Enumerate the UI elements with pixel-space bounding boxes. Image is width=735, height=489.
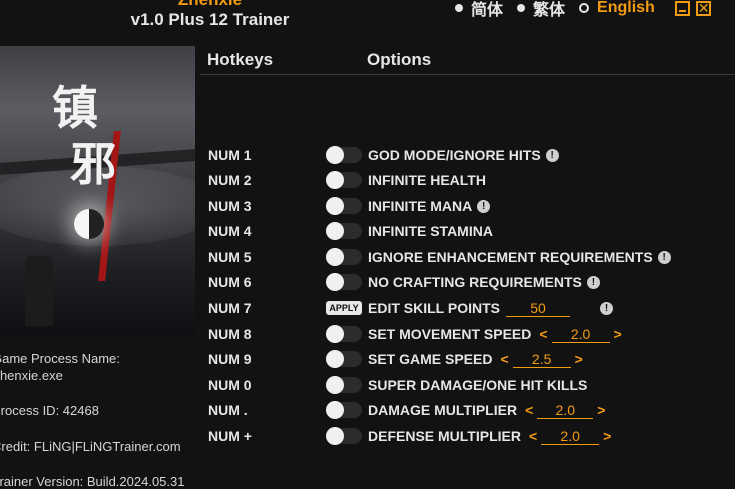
game-title: Zhenxie: [120, 0, 300, 8]
option-label: INFINITE STAMINA: [368, 223, 493, 239]
option-row-skill-points: NUM 7 APPLY EDIT SKILL POINTS 50 !: [208, 298, 613, 318]
damage-multiplier-value[interactable]: 2.0: [537, 402, 594, 419]
hotkey-label: NUM 9: [208, 351, 252, 367]
trainer-version-title: v1.0 Plus 12 Trainer: [130, 10, 290, 29]
decrease-arrow-icon[interactable]: <: [539, 326, 547, 342]
option-label: SUPER DAMAGE/ONE HIT KILLS: [368, 377, 588, 393]
info-icon[interactable]: !: [586, 275, 600, 289]
game-cover-image: 镇 邪: [0, 46, 195, 335]
toggle-defense-multiplier[interactable]: [326, 427, 362, 445]
option-row-super-damage: NUM 0 SUPER DAMAGE/ONE HIT KILLS: [208, 375, 587, 395]
hotkey-label: NUM 2: [208, 172, 252, 188]
radio-dot-icon: [455, 4, 463, 12]
yinyang-icon: [74, 209, 104, 239]
info-icon[interactable]: !: [599, 301, 613, 315]
hotkey-label: NUM 4: [208, 223, 252, 239]
game-speed-value[interactable]: 2.5: [512, 351, 571, 368]
toggle-infinite-health[interactable]: [326, 171, 362, 189]
decrease-arrow-icon[interactable]: <: [500, 351, 508, 367]
info-icon[interactable]: !: [477, 199, 491, 213]
hotkey-label: NUM 1: [208, 147, 252, 163]
option-label: NO CRAFTING REQUIREMENTS: [368, 274, 582, 290]
radio-selected-icon: [579, 3, 590, 13]
hotkey-label: NUM .: [208, 402, 248, 418]
hotkey-label: NUM 3: [208, 198, 252, 214]
lang-option-simplified[interactable]: 简体: [455, 0, 503, 20]
option-row-infinite-mana: NUM 3 INFINITE MANA !: [208, 196, 491, 216]
option-row-infinite-stamina: NUM 4 INFINITE STAMINA: [208, 221, 493, 241]
process-name-value: Zhenxie.exe: [0, 368, 63, 383]
option-row-movement-speed: NUM 8 SET MOVEMENT SPEED < 2.0 >: [208, 324, 626, 344]
option-label: IGNORE ENHANCEMENT REQUIREMENTS: [368, 249, 653, 265]
toggle-game-speed[interactable]: [326, 350, 362, 368]
option-label: SET GAME SPEED: [368, 351, 493, 367]
info-icon[interactable]: !: [545, 148, 559, 162]
apply-button[interactable]: APPLY: [326, 301, 362, 315]
hotkey-label: NUM 5: [208, 249, 252, 265]
lang-option-traditional[interactable]: 繁体: [517, 0, 565, 20]
toggle-ignore-enhancement[interactable]: [326, 248, 362, 266]
toggle-damage-multiplier[interactable]: [326, 401, 362, 419]
skill-points-input[interactable]: 50: [505, 300, 570, 317]
hotkey-label: NUM 6: [208, 274, 252, 290]
option-label: SET MOVEMENT SPEED: [368, 326, 532, 342]
option-row-ignore-enhancement: NUM 5 IGNORE ENHANCEMENT REQUIREMENTS !: [208, 247, 671, 267]
toggle-super-damage[interactable]: [326, 376, 362, 394]
hotkey-label: NUM 0: [208, 377, 252, 393]
option-label: INFINITE MANA: [368, 198, 473, 214]
increase-arrow-icon[interactable]: >: [575, 351, 583, 367]
toggle-movement-speed[interactable]: [326, 325, 362, 343]
process-id: Process ID: 42468: [0, 403, 99, 418]
credit-link[interactable]: Credit: FLiNG|FLiNGTrainer.com: [0, 439, 181, 454]
option-row-infinite-health: NUM 2 INFINITE HEALTH: [208, 170, 486, 190]
toggle-no-crafting[interactable]: [326, 273, 362, 291]
toggle-god-mode[interactable]: [326, 146, 362, 164]
movement-speed-value[interactable]: 2.0: [551, 326, 610, 343]
lang-label: 繁体: [533, 2, 566, 19]
hotkeys-header: Hotkeys: [207, 50, 274, 69]
minimize-icon[interactable]: [674, 0, 690, 16]
hotkey-label: NUM +: [208, 428, 252, 444]
option-label: EDIT SKILL POINTS: [368, 300, 500, 316]
hotkey-label: NUM 8: [208, 326, 252, 342]
radio-dot-icon: [517, 4, 526, 12]
option-row-no-crafting: NUM 6 NO CRAFTING REQUIREMENTS !: [208, 272, 600, 292]
decrease-arrow-icon[interactable]: <: [525, 402, 533, 418]
increase-arrow-icon[interactable]: >: [614, 326, 622, 342]
close-icon[interactable]: ✕: [695, 0, 711, 16]
info-icon[interactable]: !: [657, 250, 671, 264]
header-divider: [200, 74, 735, 75]
option-label: DAMAGE MULTIPLIER: [368, 402, 518, 418]
lang-option-english[interactable]: English: [579, 0, 655, 17]
option-row-defense-multiplier: NUM + DEFENSE MULTIPLIER < 2.0 >: [208, 426, 615, 446]
option-label: INFINITE HEALTH: [368, 172, 486, 188]
process-name-label: Game Process Name:: [0, 351, 120, 366]
defense-multiplier-value[interactable]: 2.0: [541, 428, 600, 445]
option-row-damage-multiplier: NUM . DAMAGE MULTIPLIER < 2.0 >: [208, 400, 609, 420]
options-header: Options: [367, 50, 432, 69]
option-row-god-mode: NUM 1 GOD MODE/IGNORE HITS !: [208, 145, 559, 165]
increase-arrow-icon[interactable]: >: [597, 402, 605, 418]
lang-label: English: [597, 0, 655, 16]
toggle-infinite-stamina[interactable]: [326, 222, 362, 240]
increase-arrow-icon[interactable]: >: [603, 428, 611, 444]
option-label: DEFENSE MULTIPLIER: [368, 428, 521, 444]
language-selector: 简体 繁体 English ✕: [455, 0, 711, 20]
trainer-header: Zhenxie v1.0 Plus 12 Trainer: [120, 0, 300, 30]
decrease-arrow-icon[interactable]: <: [529, 428, 537, 444]
toggle-infinite-mana[interactable]: [326, 197, 362, 215]
option-row-game-speed: NUM 9 SET GAME SPEED < 2.5 >: [208, 349, 587, 369]
option-label: GOD MODE/IGNORE HITS: [368, 147, 541, 163]
lang-label: 简体: [471, 2, 504, 19]
hotkey-label: NUM 7: [208, 300, 252, 316]
